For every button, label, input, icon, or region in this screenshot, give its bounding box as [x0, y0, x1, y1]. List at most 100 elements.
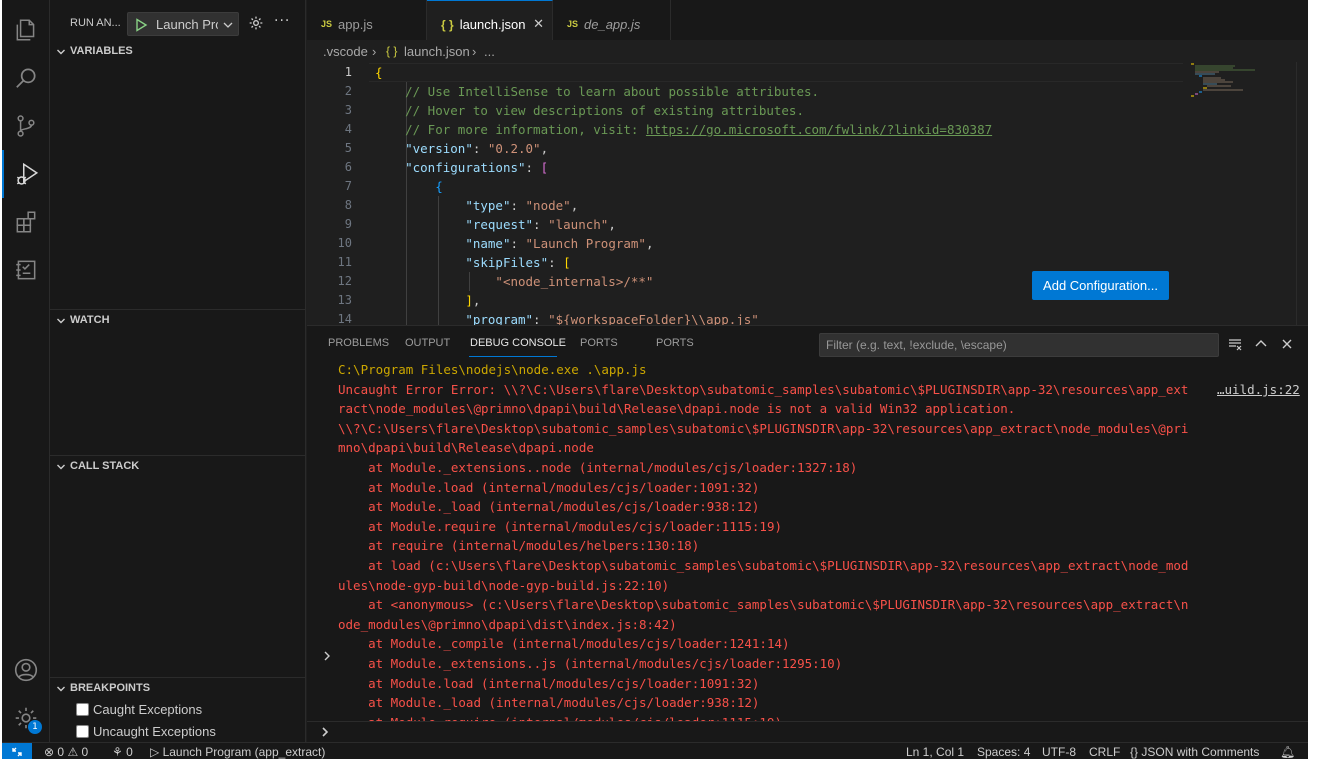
start-debugging-icon[interactable]: [134, 18, 148, 32]
ports-status[interactable]: ⚘ 0: [112, 745, 133, 759]
source-control-icon[interactable]: [2, 102, 50, 150]
chevron-down-icon: [57, 318, 65, 324]
watch-section-header[interactable]: WATCH: [50, 309, 306, 331]
explorer-icon[interactable]: [2, 6, 50, 54]
console-line: mno\dpapi\build\Release\dpapi.node: [338, 440, 594, 455]
code-line: "program": "${workspaceFolder}\\app.js": [465, 312, 759, 325]
remote-indicator[interactable]: [2, 743, 32, 759]
breakpoint-caught-exceptions[interactable]: Caught Exceptions: [76, 699, 202, 719]
console-line: at load (c:\Users\flare\Desktop\subatomi…: [338, 558, 1189, 573]
console-line: at Module.require (internal/modules/cjs/…: [338, 713, 782, 721]
code-line: ],: [465, 293, 481, 308]
console-line: C:\Program Files\nodejs\node.exe .\app.j…: [338, 362, 647, 377]
doc-link[interactable]: https://go.microsoft.com/fwlink/?linkid=…: [646, 122, 992, 137]
indentation[interactable]: Spaces: 4: [977, 745, 1030, 759]
tab-ports[interactable]: PORTS: [656, 337, 694, 349]
json-key: "configurations": [405, 160, 526, 175]
clear-console-icon[interactable]: [1227, 336, 1243, 352]
comment: // For more information, visit:: [405, 122, 646, 137]
manage-gear-icon[interactable]: 1: [2, 694, 50, 742]
run-debug-icon[interactable]: [2, 150, 50, 198]
json-string: "node": [525, 198, 571, 213]
source-link[interactable]: …uild.js:22: [1217, 382, 1300, 397]
variables-section-header[interactable]: VARIABLES: [50, 41, 306, 63]
language-label: JSON with Comments: [1141, 745, 1260, 759]
javascript-file-icon: JS: [567, 19, 579, 29]
breadcrumb-separator: ›: [472, 44, 477, 59]
search-icon[interactable]: [2, 54, 50, 102]
tab-output[interactable]: OUTPUT: [405, 337, 450, 349]
uncaught-exceptions-checkbox[interactable]: [76, 724, 89, 738]
json-file-icon: { }: [441, 17, 454, 32]
add-configuration-button[interactable]: Add Configuration...: [1032, 271, 1169, 300]
line-number: 8: [344, 198, 352, 212]
json-key: "program": [465, 312, 534, 325]
line-ending[interactable]: CRLF: [1089, 745, 1120, 759]
launch-config-label: Launch Program: [156, 17, 218, 32]
breakpoint-label: Uncaught Exceptions: [93, 723, 216, 739]
more-actions-icon[interactable]: ···: [274, 13, 290, 29]
testing-icon[interactable]: [2, 246, 50, 294]
code-line: // Hover to view descriptions of existin…: [375, 101, 804, 120]
broadcast-icon: ⚘: [112, 745, 123, 759]
line-number: 4: [344, 122, 352, 136]
maximize-panel-icon[interactable]: [1253, 336, 1269, 352]
editor-scrollbar[interactable]: [1296, 62, 1308, 325]
code-line: {: [435, 179, 443, 194]
breadcrumb-folder[interactable]: .vscode: [323, 44, 368, 59]
language-mode[interactable]: {} JSON with Comments: [1130, 745, 1259, 759]
console-input[interactable]: [307, 721, 1308, 743]
code-line: "configurations": [: [405, 160, 549, 175]
line-number: 9: [344, 217, 352, 231]
breadcrumb-separator: ›: [372, 44, 377, 59]
tab-problems[interactable]: PROBLEMS: [328, 337, 389, 349]
account-icon[interactable]: [2, 646, 50, 694]
code-line: // For more information, visit: https://…: [375, 120, 992, 139]
json-string: "Launch Program": [525, 236, 646, 251]
console-line: at Module.require (internal/modules/cjs/…: [338, 519, 783, 534]
cursor-position[interactable]: Ln 1, Col 1: [906, 745, 964, 759]
close-icon[interactable]: ✕: [533, 17, 544, 32]
notifications-bell-icon[interactable]: 🔔︎: [1280, 745, 1295, 759]
vscode-window: 1 RUN AN... Launch Program ··· VARIABLES…: [2, 0, 1308, 759]
tab-label: app.js: [338, 16, 373, 32]
call-stack-section-header[interactable]: CALL STACK: [50, 455, 306, 477]
chevron-down-icon: [223, 22, 233, 28]
activity-bar: 1: [2, 0, 50, 742]
tab-terminal[interactable]: PORTS: [580, 337, 618, 349]
caught-exceptions-checkbox[interactable]: [76, 702, 89, 716]
tab-debug-console[interactable]: DEBUG CONSOLE: [470, 337, 566, 349]
open-launch-json-gear-icon[interactable]: [248, 15, 264, 31]
code-line: "skipFiles": [: [465, 255, 571, 270]
prompt-chevron-icon: [322, 727, 329, 737]
json-string: "${workspaceFolder}\\app.js": [548, 312, 759, 325]
problems-status[interactable]: ⊗ 0 ⚠ 0: [44, 745, 88, 759]
breakpoint-uncaught-exceptions[interactable]: Uncaught Exceptions: [76, 721, 216, 741]
breadcrumb-file[interactable]: launch.json: [404, 44, 470, 59]
json-key: "name": [465, 236, 511, 251]
encoding[interactable]: UTF-8: [1042, 745, 1076, 759]
console-line: at Module.load (internal/modules/cjs/loa…: [338, 480, 760, 495]
debug-launch-label: Launch Program (app_extract): [162, 745, 326, 759]
breakpoint-label: Caught Exceptions: [93, 701, 203, 717]
run-debug-sidebar: RUN AN... Launch Program ··· VARIABLES W…: [50, 0, 306, 742]
json-key: "type": [465, 198, 511, 213]
code-editor[interactable]: 1 2 3 4 5 6 7 8 9 10 11 12 13 14 { // Us…: [307, 62, 1308, 325]
breadcrumb-more[interactable]: ...: [484, 44, 495, 59]
manage-badge: 1: [28, 720, 42, 734]
debug-launch-status[interactable]: ▷ Launch Program (app_extract): [150, 745, 325, 759]
expand-chevron-icon[interactable]: [321, 650, 333, 662]
extensions-icon[interactable]: [2, 198, 50, 246]
breakpoints-section-header[interactable]: BREAKPOINTS: [50, 677, 306, 699]
console-filter-input[interactable]: Filter (e.g. text, !exclude, \escape): [819, 333, 1219, 357]
launch-config-select[interactable]: Launch Program: [127, 12, 239, 36]
minimap[interactable]: [1187, 62, 1297, 102]
json-file-icon: { }: [386, 44, 398, 58]
json-key: "request": [465, 217, 534, 232]
console-line: at require (internal/modules/helpers:130…: [338, 538, 700, 553]
console-line: at Module.load (internal/modules/cjs/loa…: [338, 676, 760, 691]
line-number: 10: [337, 236, 352, 250]
line-number: 2: [344, 84, 352, 98]
close-panel-icon[interactable]: [1279, 336, 1295, 352]
console-line: Uncaught Error Error: \\?\C:\Users\flare…: [338, 382, 1189, 397]
